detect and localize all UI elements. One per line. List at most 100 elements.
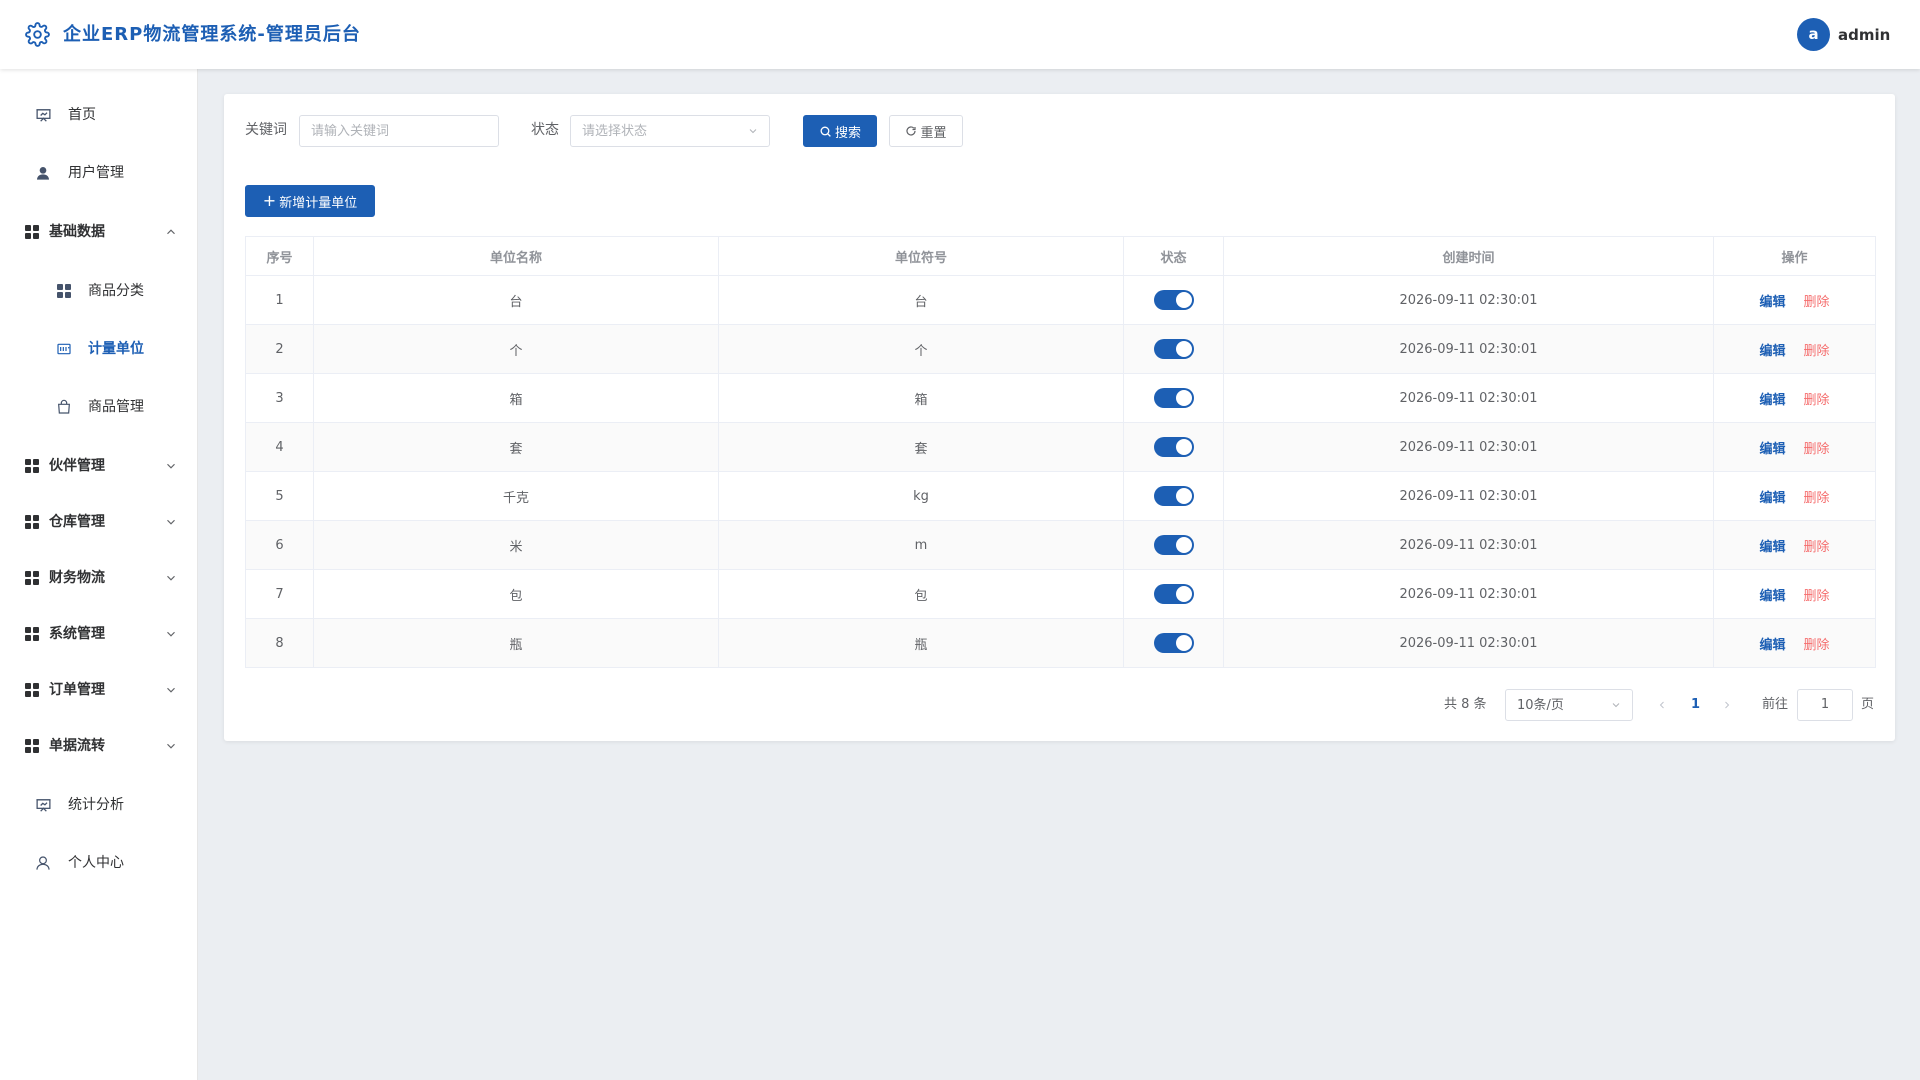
cell-actions: 编辑 删除 xyxy=(1713,569,1876,619)
edit-link[interactable]: 编辑 xyxy=(1759,442,1785,457)
edit-link[interactable]: 编辑 xyxy=(1759,540,1785,555)
status-switch[interactable] xyxy=(1153,584,1194,604)
edit-link[interactable]: 编辑 xyxy=(1759,393,1785,408)
cell-status xyxy=(1123,275,1224,325)
sidebar-item-product-category[interactable]: 商品分类 xyxy=(0,267,198,315)
page-number-current[interactable]: 1 xyxy=(1691,695,1700,715)
keyword-input[interactable]: 请输入关键词 xyxy=(299,115,499,147)
cell-actions: 编辑 删除 xyxy=(1713,324,1876,374)
edit-link[interactable]: 编辑 xyxy=(1759,589,1785,604)
keyword-placeholder: 请输入关键词 xyxy=(311,124,390,139)
chevron-down-icon xyxy=(167,519,175,525)
sidebar-item-label: 订单管理 xyxy=(49,682,105,698)
edit-link[interactable]: 编辑 xyxy=(1759,638,1785,653)
avatar[interactable]: a xyxy=(1797,18,1830,51)
sidebar-item-units[interactable]: 计量单位 xyxy=(0,325,198,373)
cell-index: 2 xyxy=(245,324,314,374)
page-size-select[interactable]: 10条/页 xyxy=(1505,689,1633,721)
cell-index: 8 xyxy=(245,618,314,668)
delete-link[interactable]: 删除 xyxy=(1804,638,1830,653)
cell-symbol: 个 xyxy=(718,324,1124,374)
sidebar-item-home[interactable]: 首页 xyxy=(0,91,198,139)
reset-button-label: 重置 xyxy=(920,125,947,141)
cell-created: 2026-09-11 02:30:01 xyxy=(1223,275,1714,325)
cell-symbol: 瓶 xyxy=(718,618,1124,668)
status-switch[interactable] xyxy=(1153,486,1194,506)
cell-index: 1 xyxy=(245,275,314,325)
gear-icon xyxy=(25,22,50,47)
cell-symbol: 台 xyxy=(718,275,1124,325)
delete-link[interactable]: 删除 xyxy=(1804,393,1830,408)
grid-icon xyxy=(23,513,41,531)
bag-icon xyxy=(55,398,73,416)
goto-page-input[interactable]: 1 xyxy=(1797,689,1853,721)
cell-name: 千克 xyxy=(313,471,719,521)
status-switch[interactable] xyxy=(1153,535,1194,555)
cell-status xyxy=(1123,569,1224,619)
sidebar-item-partners[interactable]: 伙伴管理 xyxy=(0,442,198,490)
sidebar-item-statistics[interactable]: 统计分析 xyxy=(0,781,198,829)
cell-status xyxy=(1123,324,1224,374)
cell-status xyxy=(1123,618,1224,668)
delete-link[interactable]: 删除 xyxy=(1804,295,1830,310)
status-label: 状态 xyxy=(531,122,559,138)
sidebar-item-system[interactable]: 系统管理 xyxy=(0,610,198,658)
search-button[interactable]: 搜索 xyxy=(803,115,877,147)
edit-link[interactable]: 编辑 xyxy=(1759,295,1785,310)
prev-page-icon[interactable] xyxy=(1656,699,1668,711)
delete-link[interactable]: 删除 xyxy=(1804,589,1830,604)
chevron-down-icon xyxy=(167,631,175,637)
cell-status xyxy=(1123,422,1224,472)
search-button-label: 搜索 xyxy=(834,125,861,141)
table-row: 5 千克 kg 2026-09-11 02:30:01 编辑 删除 xyxy=(245,471,1876,521)
page-suffix: 页 xyxy=(1861,697,1875,712)
chevron-up-icon xyxy=(167,229,175,235)
cell-symbol: kg xyxy=(718,471,1124,521)
sidebar-item-finance[interactable]: 财务物流 xyxy=(0,554,198,602)
sidebar-item-products[interactable]: 商品管理 xyxy=(0,383,198,431)
sidebar-item-orders[interactable]: 订单管理 xyxy=(0,666,198,714)
table-row: 3 箱 箱 2026-09-11 02:30:01 编辑 删除 xyxy=(245,373,1876,423)
ruler-icon xyxy=(55,340,73,358)
cell-name: 米 xyxy=(313,520,719,570)
cell-created: 2026-09-11 02:30:01 xyxy=(1223,520,1714,570)
sidebar-item-warehouse[interactable]: 仓库管理 xyxy=(0,498,198,546)
presentation-icon xyxy=(34,796,52,814)
status-switch[interactable] xyxy=(1153,437,1194,457)
delete-link[interactable]: 删除 xyxy=(1804,344,1830,359)
sidebar-item-profile[interactable]: 个人中心 xyxy=(0,839,198,887)
add-unit-button-label: 新增计量单位 xyxy=(279,195,358,211)
cell-symbol: 包 xyxy=(718,569,1124,619)
status-switch[interactable] xyxy=(1153,388,1194,408)
goto-page-value: 1 xyxy=(1820,697,1830,712)
plus-icon: + xyxy=(262,191,277,210)
cell-name: 套 xyxy=(313,422,719,472)
grid-icon xyxy=(23,569,41,587)
next-page-icon[interactable] xyxy=(1721,699,1733,711)
delete-link[interactable]: 删除 xyxy=(1804,491,1830,506)
sidebar-item-basic-data[interactable]: 基础数据 xyxy=(0,208,198,256)
pagination-total: 共 8 条 xyxy=(1444,697,1487,712)
grid-icon xyxy=(23,737,41,755)
cell-name: 个 xyxy=(313,324,719,374)
user-outline-icon xyxy=(34,854,52,872)
status-switch[interactable] xyxy=(1153,290,1194,310)
delete-link[interactable]: 删除 xyxy=(1804,540,1830,555)
status-switch[interactable] xyxy=(1153,339,1194,359)
table-row: 4 套 套 2026-09-11 02:30:01 编辑 删除 xyxy=(245,422,1876,472)
chevron-down-icon xyxy=(167,687,175,693)
column-header-name: 单位名称 xyxy=(313,236,719,276)
username[interactable]: admin xyxy=(1838,25,1890,45)
sidebar-item-label: 计量单位 xyxy=(88,341,144,357)
status-select[interactable]: 请选择状态 xyxy=(570,115,770,147)
sidebar-item-documents[interactable]: 单据流转 xyxy=(0,722,198,770)
edit-link[interactable]: 编辑 xyxy=(1759,344,1785,359)
status-switch[interactable] xyxy=(1153,633,1194,653)
reset-button[interactable]: 重置 xyxy=(889,115,963,147)
edit-link[interactable]: 编辑 xyxy=(1759,491,1785,506)
sidebar-item-users[interactable]: 用户管理 xyxy=(0,149,198,197)
cell-symbol: 箱 xyxy=(718,373,1124,423)
page-size-value: 10条/页 xyxy=(1517,698,1564,713)
add-unit-button[interactable]: + 新增计量单位 xyxy=(245,185,375,217)
delete-link[interactable]: 删除 xyxy=(1804,442,1830,457)
